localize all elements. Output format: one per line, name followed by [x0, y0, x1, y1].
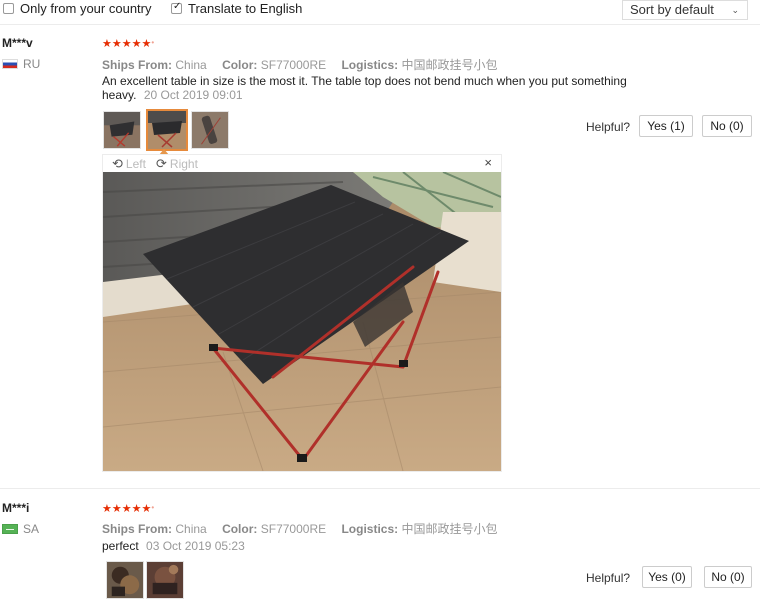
chevron-down-icon: ⌄	[731, 5, 739, 15]
rotate-left-icon: ⟲	[112, 156, 123, 171]
star-icon: ★	[141, 38, 152, 50]
translate-label: Translate to English	[188, 1, 303, 16]
saudi-arabia-flag-icon	[2, 524, 18, 534]
review-photo-thumb[interactable]	[106, 561, 144, 599]
rotate-left-button[interactable]: ⟲ Left	[112, 156, 146, 172]
star-icon: ★	[131, 38, 142, 50]
color-value: SF77000RE	[260, 58, 327, 72]
review-meta: Ships From: China Color: SF77000RE Logis…	[102, 56, 509, 73]
helpful-label: Helpful?	[586, 120, 631, 134]
color-label: Color:	[222, 58, 258, 72]
reviewer-name: M***i	[2, 501, 30, 515]
ships-from-label: Ships From:	[102, 522, 173, 536]
ships-from-value: China	[175, 522, 207, 536]
checkbox-box[interactable]	[3, 3, 14, 14]
photo-thumbnail	[148, 111, 186, 149]
review-photo-thumb-active[interactable]	[146, 109, 188, 151]
ships-from-label: Ships From:	[102, 58, 173, 72]
rotate-right-label: Right	[169, 157, 198, 171]
star-icon: ★	[111, 38, 122, 50]
russia-flag-icon	[2, 59, 18, 69]
review-meta: Ships From: China Color: SF77000RE Logis…	[102, 520, 509, 537]
ships-from-value: China	[175, 58, 207, 72]
helpful-yes-button[interactable]: Yes (1)	[639, 115, 693, 137]
rotate-right-icon: ⟳	[156, 156, 167, 171]
logistics-value: 中国邮政挂号小包	[401, 58, 498, 72]
reviewer-name: M***v	[2, 36, 33, 50]
country-code: SA	[23, 522, 40, 536]
star-icon: ★	[131, 503, 142, 515]
helpful-yes-button[interactable]: Yes (0)	[642, 566, 692, 588]
review-date: 03 Oct 2019 05:23	[146, 539, 245, 553]
star-icon: ★	[102, 503, 112, 515]
review-text: An excellent table in size is the most i…	[102, 74, 662, 102]
star-rating: ★★★★★•	[102, 502, 154, 515]
photo-thumbnail	[147, 562, 183, 598]
table-photo	[103, 172, 501, 471]
logistics-label: Logistics:	[341, 522, 399, 536]
country-only-label: Only from your country	[20, 1, 152, 16]
reviewer-country: RU	[2, 57, 40, 71]
photo-thumbnail	[192, 112, 228, 148]
color-label: Color:	[222, 522, 258, 536]
helpful-no-button[interactable]: No (0)	[704, 566, 752, 588]
photo-thumbnail	[104, 112, 140, 148]
helpful-no-button[interactable]: No (0)	[702, 115, 752, 137]
logistics-label: Logistics:	[341, 58, 399, 72]
sort-select[interactable]: Sort by default ⌄	[622, 0, 748, 20]
sort-value: Sort by default	[630, 2, 714, 17]
star-rating: ★★★★★•	[102, 37, 154, 50]
photo-thumbnail	[107, 562, 143, 598]
country-code: RU	[23, 57, 41, 71]
logistics-value: 中国邮政挂号小包	[401, 522, 498, 536]
viewer-toolbar: ⟲ Left ⟳ Right ×	[103, 155, 501, 172]
review-photo-thumb[interactable]	[103, 111, 141, 149]
review-photo-thumb[interactable]	[191, 111, 229, 149]
rotate-right-button[interactable]: ⟳ Right	[156, 156, 198, 172]
photo-viewer: ⟲ Left ⟳ Right ×	[102, 154, 502, 472]
review-date: 20 Oct 2019 09:01	[143, 88, 243, 102]
helpful-label: Helpful?	[586, 571, 631, 585]
star-icon: ★	[121, 38, 132, 50]
review-body: perfect	[102, 539, 139, 553]
review-photo-large	[103, 172, 501, 471]
star-end-icon: •	[151, 503, 155, 512]
reviewer-country: SA	[2, 522, 39, 536]
translate-checkbox[interactable]: Translate to English	[171, 1, 302, 16]
review-text: perfect 03 Oct 2019 05:23	[102, 539, 662, 553]
review-photo-thumb[interactable]	[146, 561, 184, 599]
review-divider	[0, 488, 760, 489]
checkbox-box[interactable]	[171, 1, 182, 14]
color-value: SF77000RE	[260, 522, 327, 536]
star-end-icon: •	[151, 38, 155, 47]
filter-bar: Only from your country Translate to Engl…	[0, 0, 760, 25]
country-only-checkbox[interactable]: Only from your country	[3, 1, 152, 16]
star-icon: ★	[111, 503, 122, 515]
star-icon: ★	[141, 503, 152, 515]
star-icon: ★	[102, 38, 112, 50]
close-icon[interactable]: ×	[484, 155, 492, 170]
rotate-left-label: Left	[125, 157, 146, 171]
star-icon: ★	[121, 503, 132, 515]
